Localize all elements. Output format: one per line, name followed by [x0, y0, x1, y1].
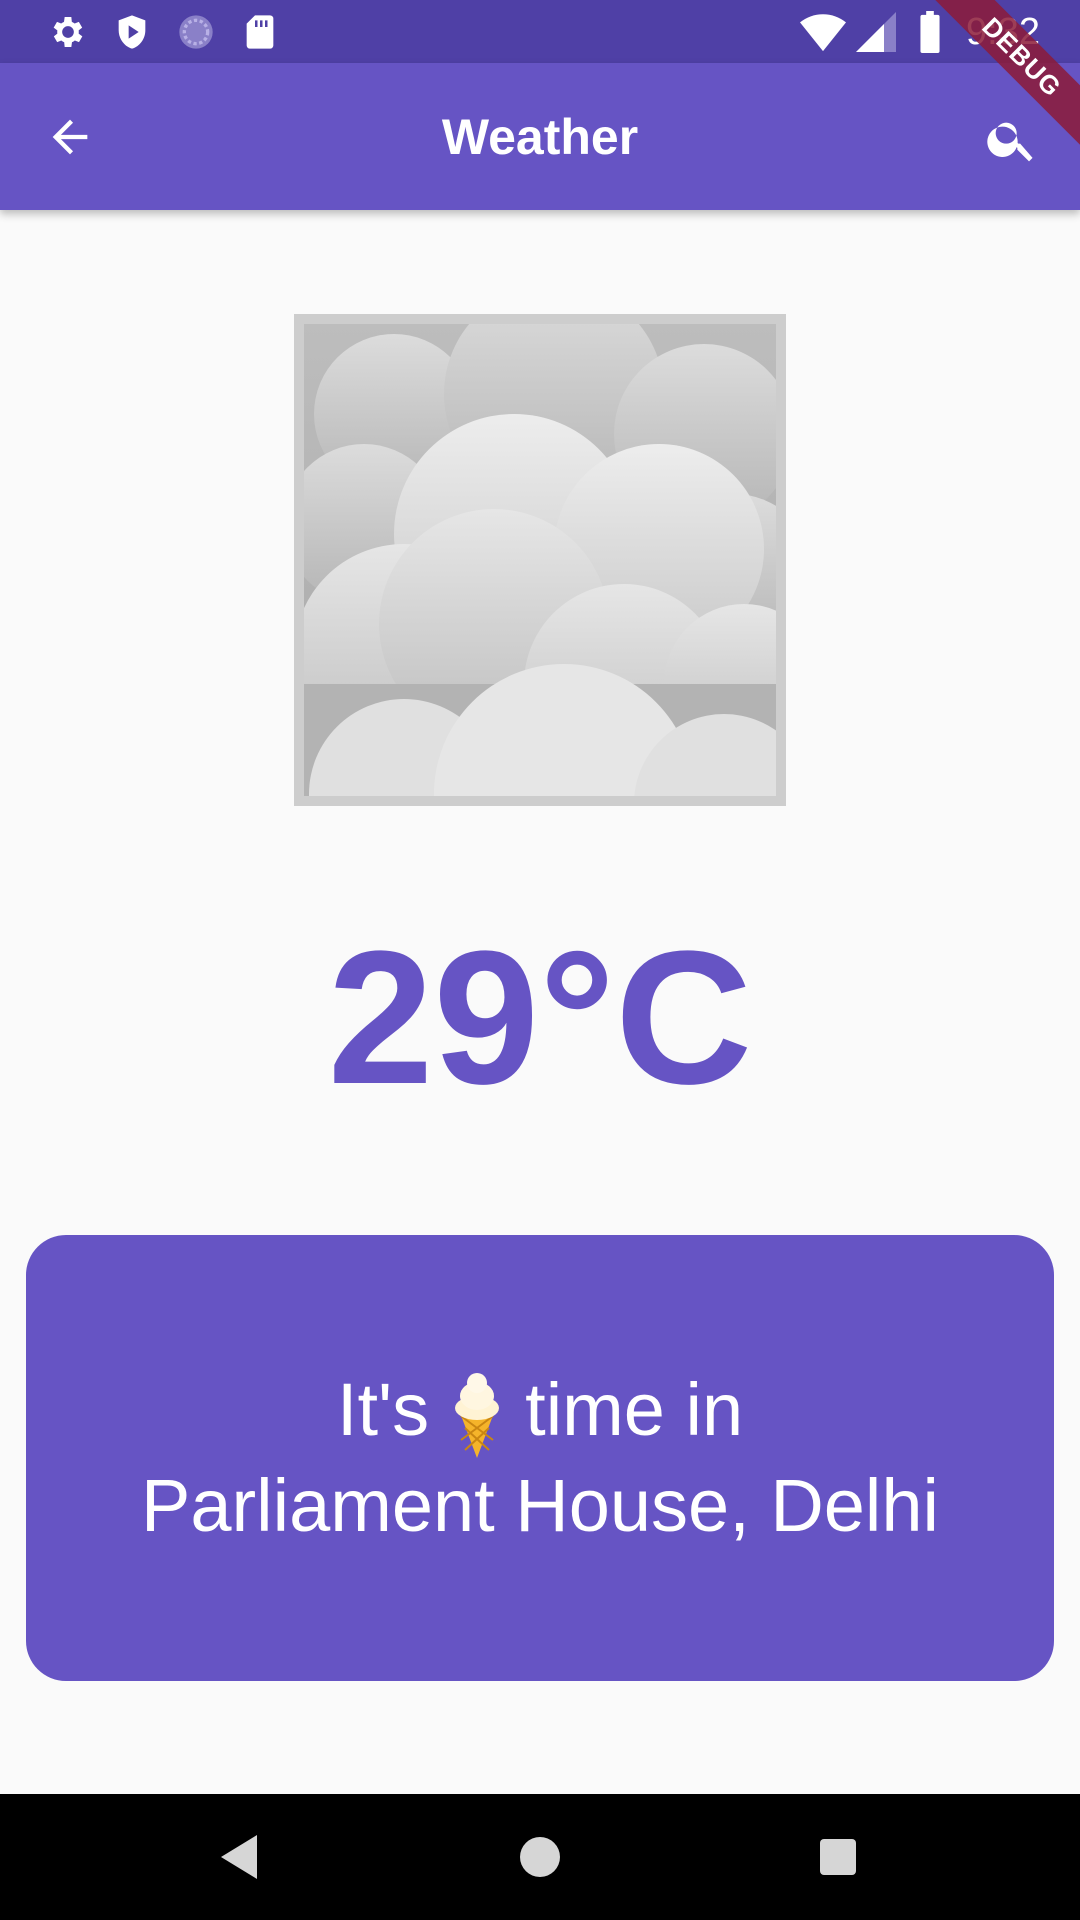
recents-square-icon — [820, 1839, 856, 1875]
status-bar: 9:32 — [0, 0, 1080, 63]
message-line-1: It's time in — [337, 1364, 743, 1460]
home-circle-icon — [520, 1837, 560, 1877]
app-bar: Weather — [0, 63, 1080, 210]
search-icon — [987, 122, 1033, 162]
signal-icon — [856, 12, 897, 52]
system-nav-bar — [0, 1794, 1080, 1920]
page-title: Weather — [441, 109, 639, 165]
battery-icon — [918, 11, 942, 53]
search-button[interactable] — [980, 107, 1044, 171]
shield-play-icon — [112, 12, 152, 52]
status-left-icons — [48, 12, 304, 52]
nav-recents-button[interactable] — [805, 1824, 871, 1890]
settings-icon — [48, 12, 88, 52]
cloudy-image — [304, 324, 776, 796]
message-card: It's time in Parliament House, Delhi — [26, 1235, 1054, 1681]
sd-card-icon — [240, 12, 280, 52]
weather-condition-image — [294, 314, 786, 806]
back-triangle-icon — [221, 1835, 257, 1879]
nav-home-button[interactable] — [507, 1824, 573, 1890]
message-suffix: time in — [525, 1367, 744, 1451]
ice-cream-emoji — [447, 1370, 507, 1460]
sync-icon — [176, 12, 216, 52]
message-prefix: It's — [336, 1367, 430, 1451]
wifi-icon — [800, 12, 847, 52]
temperature-value: 29°C — [327, 912, 753, 1124]
message-location: Parliament House, Delhi — [141, 1464, 939, 1548]
nav-back-button[interactable] — [208, 1824, 274, 1890]
